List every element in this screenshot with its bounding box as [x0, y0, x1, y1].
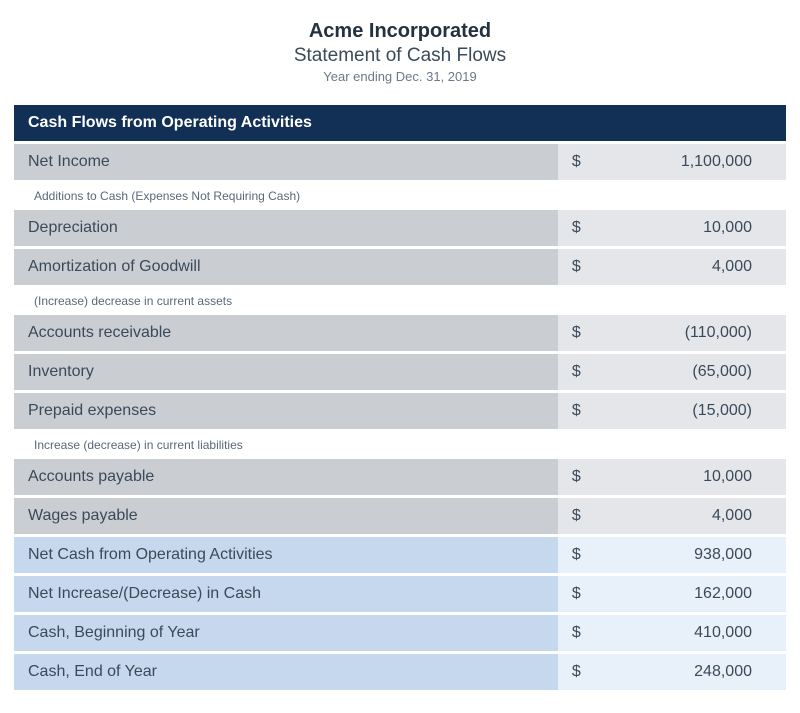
- row-label: Cash, End of Year: [14, 654, 558, 690]
- row-depreciation: Depreciation $ 10,000: [14, 210, 786, 246]
- row-accounts-payable: Accounts payable $ 10,000: [14, 459, 786, 495]
- row-amount: $ 10,000: [558, 459, 786, 495]
- cash-flow-table: Cash Flows from Operating Activities Net…: [14, 102, 786, 693]
- row-value: 4,000: [712, 258, 752, 276]
- row-label: Depreciation: [14, 210, 558, 246]
- row-inventory: Inventory $ (65,000): [14, 354, 786, 390]
- row-prepaid: Prepaid expenses $ (15,000): [14, 393, 786, 429]
- statement-period: Year ending Dec. 31, 2019: [14, 69, 786, 84]
- row-label: Amortization of Goodwill: [14, 249, 558, 285]
- row-amount: $ 162,000: [558, 576, 786, 612]
- section-header-row: Cash Flows from Operating Activities: [14, 105, 786, 141]
- row-value: (110,000): [685, 324, 752, 342]
- row-net-cash-operating: Net Cash from Operating Activities $ 938…: [14, 537, 786, 573]
- section-header-label: Cash Flows from Operating Activities: [14, 105, 786, 141]
- row-amount: $ (65,000): [558, 354, 786, 390]
- row-label: Net Cash from Operating Activities: [14, 537, 558, 573]
- row-label: Accounts payable: [14, 459, 558, 495]
- row-value: 1,100,000: [681, 153, 752, 171]
- currency-symbol: $: [572, 219, 581, 237]
- row-amount: $ (110,000): [558, 315, 786, 351]
- row-label: Net Income: [14, 144, 558, 180]
- row-amount: $ 10,000: [558, 210, 786, 246]
- row-net-change: Net Increase/(Decrease) in Cash $ 162,00…: [14, 576, 786, 612]
- row-wages-payable: Wages payable $ 4,000: [14, 498, 786, 534]
- row-amortization: Amortization of Goodwill $ 4,000: [14, 249, 786, 285]
- row-label: Accounts receivable: [14, 315, 558, 351]
- currency-symbol: $: [572, 363, 581, 381]
- row-amount: $ (15,000): [558, 393, 786, 429]
- row-amount: $ 248,000: [558, 654, 786, 690]
- note-text: Increase (decrease) in current liabiliti…: [14, 432, 786, 456]
- row-value: 938,000: [694, 546, 752, 564]
- currency-symbol: $: [572, 624, 581, 642]
- currency-symbol: $: [572, 324, 581, 342]
- note-text: (Increase) decrease in current assets: [14, 288, 786, 312]
- row-amount: $ 4,000: [558, 249, 786, 285]
- currency-symbol: $: [572, 153, 581, 171]
- currency-symbol: $: [572, 663, 581, 681]
- currency-symbol: $: [572, 258, 581, 276]
- row-label: Inventory: [14, 354, 558, 390]
- row-value: 248,000: [694, 663, 752, 681]
- row-value: (15,000): [692, 402, 752, 420]
- note-additions: Additions to Cash (Expenses Not Requirin…: [14, 183, 786, 207]
- note-liabilities: Increase (decrease) in current liabiliti…: [14, 432, 786, 456]
- currency-symbol: $: [572, 402, 581, 420]
- row-amount: $ 938,000: [558, 537, 786, 573]
- row-value: 4,000: [712, 507, 752, 525]
- currency-symbol: $: [572, 468, 581, 486]
- row-label: Cash, Beginning of Year: [14, 615, 558, 651]
- row-amount: $ 410,000: [558, 615, 786, 651]
- row-amount: $ 1,100,000: [558, 144, 786, 180]
- row-net-income: Net Income $ 1,100,000: [14, 144, 786, 180]
- row-label: Prepaid expenses: [14, 393, 558, 429]
- row-accounts-receivable: Accounts receivable $ (110,000): [14, 315, 786, 351]
- row-amount: $ 4,000: [558, 498, 786, 534]
- row-value: 10,000: [703, 468, 752, 486]
- statement-header: Acme Incorporated Statement of Cash Flow…: [14, 20, 786, 84]
- row-value: 10,000: [703, 219, 752, 237]
- currency-symbol: $: [572, 546, 581, 564]
- currency-symbol: $: [572, 585, 581, 603]
- statement-title: Statement of Cash Flows: [14, 45, 786, 67]
- row-label: Wages payable: [14, 498, 558, 534]
- row-value: 162,000: [694, 585, 752, 603]
- note-text: Additions to Cash (Expenses Not Requirin…: [14, 183, 786, 207]
- row-value: 410,000: [694, 624, 752, 642]
- row-value: (65,000): [692, 363, 752, 381]
- currency-symbol: $: [572, 507, 581, 525]
- row-cash-begin: Cash, Beginning of Year $ 410,000: [14, 615, 786, 651]
- row-label: Net Increase/(Decrease) in Cash: [14, 576, 558, 612]
- company-name: Acme Incorporated: [14, 20, 786, 43]
- row-cash-end: Cash, End of Year $ 248,000: [14, 654, 786, 690]
- note-assets: (Increase) decrease in current assets: [14, 288, 786, 312]
